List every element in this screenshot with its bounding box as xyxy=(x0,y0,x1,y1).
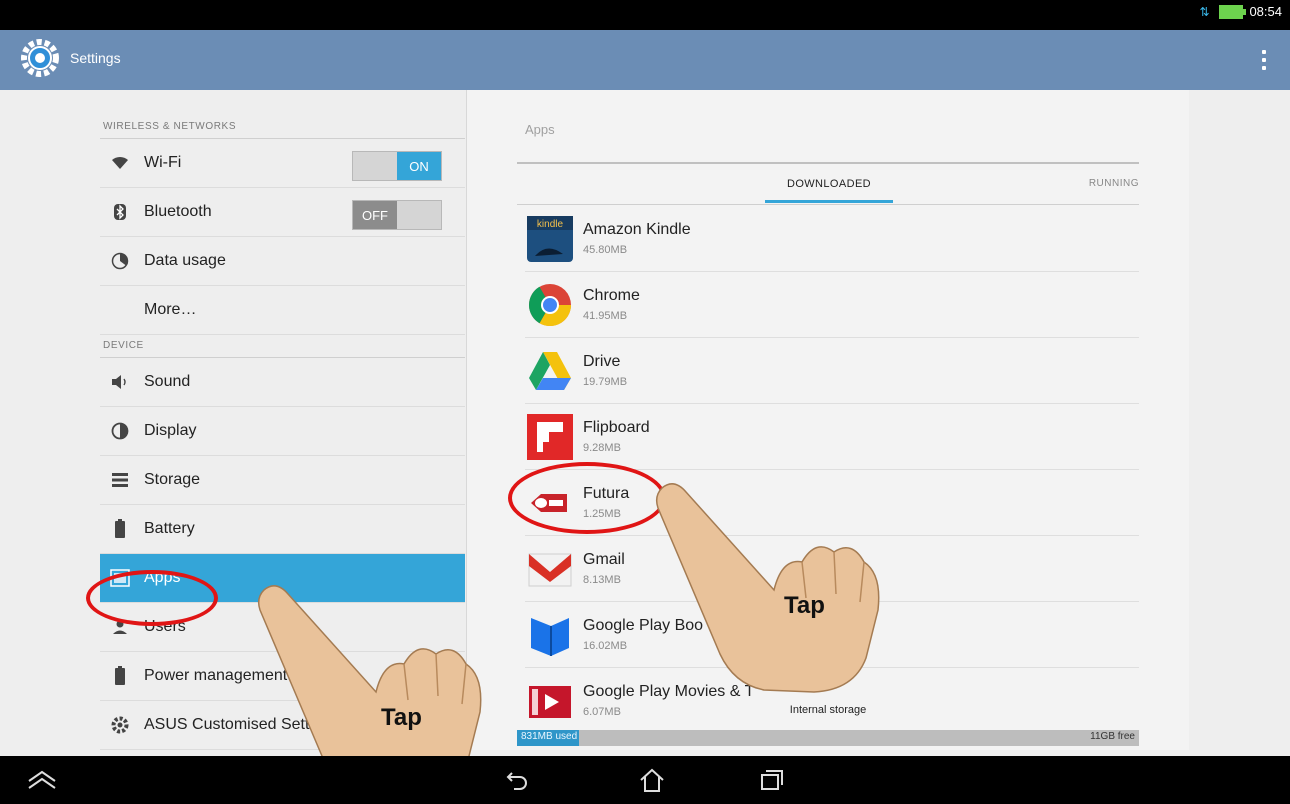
toggle-on-label xyxy=(397,201,441,229)
app-name: Chrome xyxy=(583,287,640,304)
back-icon xyxy=(506,772,527,790)
tab-active-indicator xyxy=(765,200,893,203)
apps-tabs: DOWNLOADED RUNNING xyxy=(517,162,1139,205)
gmail-icon xyxy=(528,553,572,587)
menu-item-label: Bluetooth xyxy=(144,203,212,220)
settings-gear-icon[interactable] xyxy=(20,38,60,78)
hide-bar-button[interactable] xyxy=(22,762,62,798)
toggle-off-label xyxy=(353,152,397,180)
storage-track: 831MB used 11GB free xyxy=(517,730,1139,746)
pane-title: Apps xyxy=(525,122,555,137)
toggle-on-label: ON xyxy=(397,152,441,180)
menu-item-label: Data usage xyxy=(144,252,226,269)
menu-item-label: Battery xyxy=(144,520,195,537)
recent-apps-button[interactable] xyxy=(752,762,792,798)
tab-running[interactable]: RUNNING xyxy=(1089,178,1139,189)
action-bar: Settings xyxy=(0,30,1290,90)
menu-item-sound[interactable]: Sound xyxy=(100,358,465,407)
toggle-off-label: OFF xyxy=(353,201,397,229)
app-name: Drive xyxy=(583,353,621,370)
menu-item-bluetooth[interactable]: Bluetooth OFF xyxy=(100,188,465,237)
app-size: 45.80MB xyxy=(583,244,628,256)
overflow-menu-icon[interactable] xyxy=(1262,50,1268,70)
display-icon xyxy=(108,422,132,440)
app-size: 19.79MB xyxy=(583,376,628,388)
home-icon xyxy=(640,768,664,792)
menu-item-label: Sound xyxy=(144,373,191,390)
storage-bar: Internal storage 831MB used 11GB free xyxy=(517,704,1139,750)
menu-item-wifi[interactable]: Wi-Fi ON xyxy=(100,139,465,188)
app-row-drive[interactable]: Drive 19.79MB xyxy=(525,338,1139,404)
section-header-device: DEVICE xyxy=(100,335,465,358)
drive-icon xyxy=(529,352,571,390)
asus-settings-icon xyxy=(108,716,132,734)
storage-used-text: 831MB used xyxy=(521,731,578,742)
app-size: 16.02MB xyxy=(583,640,628,652)
app-size: 8.13MB xyxy=(583,574,621,586)
google-play-books-icon xyxy=(531,618,569,656)
storage-label: Internal storage xyxy=(789,704,867,716)
app-name: Amazon Kindle xyxy=(583,221,691,238)
tap-label-left: Tap xyxy=(381,704,422,731)
content-area: WIRELESS & NETWORKS Wi-Fi ON Bluetooth O… xyxy=(0,90,1290,756)
storage-icon xyxy=(108,472,132,488)
status-bar: ⇅ 08:54 xyxy=(0,0,1290,30)
tab-downloaded[interactable]: DOWNLOADED xyxy=(765,178,893,190)
battery-icon xyxy=(108,519,132,539)
wifi-toggle[interactable]: ON xyxy=(352,151,442,181)
app-size: 9.28MB xyxy=(583,442,621,454)
app-size: 41.95MB xyxy=(583,310,628,322)
status-icons: ⇅ 08:54 xyxy=(1199,4,1282,19)
data-usage-icon xyxy=(108,252,132,270)
futura-highlight-circle xyxy=(508,462,666,534)
menu-item-label: More… xyxy=(144,301,197,318)
menu-item-data-usage[interactable]: Data usage xyxy=(100,237,465,286)
sound-icon xyxy=(108,374,132,390)
app-row-amazon-kindle[interactable]: kindle Amazon Kindle 45.80MB xyxy=(525,206,1139,272)
power-management-icon xyxy=(108,666,132,686)
apps-highlight-circle xyxy=(86,570,218,626)
battery-status-icon xyxy=(1219,4,1247,19)
svg-text:kindle: kindle xyxy=(537,219,564,230)
app-title: Settings xyxy=(70,50,121,66)
home-button[interactable] xyxy=(632,762,672,798)
menu-item-battery[interactable]: Battery xyxy=(100,505,465,554)
bluetooth-toggle[interactable]: OFF xyxy=(352,200,442,230)
tap-hand-right-icon xyxy=(655,483,880,693)
app-row-flipboard[interactable]: Flipboard 9.28MB xyxy=(525,404,1139,470)
menu-item-display[interactable]: Display xyxy=(100,407,465,456)
menu-item-label: Storage xyxy=(144,471,201,488)
navigation-bar xyxy=(0,756,1290,804)
tap-label-right: Tap xyxy=(784,592,825,619)
chrome-icon xyxy=(529,284,571,327)
app-name: Flipboard xyxy=(583,419,650,436)
storage-free-text: 11GB free xyxy=(1090,731,1135,742)
section-header-wireless: WIRELESS & NETWORKS xyxy=(100,116,465,139)
menu-item-storage[interactable]: Storage xyxy=(100,456,465,505)
flipboard-icon xyxy=(527,414,573,460)
app-row-chrome[interactable]: Chrome 41.95MB xyxy=(525,272,1139,338)
menu-item-label: Display xyxy=(144,422,197,439)
back-button[interactable] xyxy=(498,762,538,798)
recent-apps-icon xyxy=(761,770,783,790)
clock: 08:54 xyxy=(1249,4,1282,19)
app-name: Gmail xyxy=(583,551,625,568)
kindle-icon: kindle xyxy=(527,216,573,262)
sync-icon: ⇅ xyxy=(1199,4,1210,19)
menu-item-more[interactable]: More… xyxy=(100,286,465,335)
chevron-up-icon xyxy=(28,770,56,789)
menu-item-label: Wi-Fi xyxy=(144,154,182,171)
wifi-icon xyxy=(108,156,132,170)
bluetooth-icon xyxy=(108,203,132,221)
